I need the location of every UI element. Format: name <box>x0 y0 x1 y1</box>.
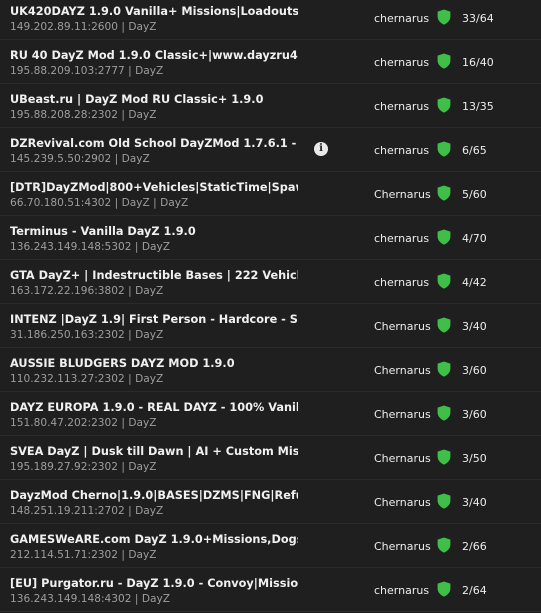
player-count: 13/35 <box>462 100 494 113</box>
server-list: UK420DAYZ 1.9.0 Vanilla+ Missions|Loadou… <box>0 0 541 613</box>
player-count: 3/60 <box>462 364 487 377</box>
shield-icon <box>437 229 451 245</box>
server-name: UBeast.ru | DayZ Mod RU Classic+ 1.9.0 <box>10 93 264 106</box>
player-count: 3/50 <box>462 452 487 465</box>
server-address: 136.243.149.148:4302 | DayZ <box>10 593 170 605</box>
server-address: 195.189.27.92:2302 | DayZ <box>10 461 157 473</box>
server-name: UK420DAYZ 1.9.0 Vanilla+ Missions|Loadou… <box>10 5 298 18</box>
server-name: DAYZ EUROPA 1.9.0 - REAL DAYZ - 100% Van… <box>10 401 298 414</box>
server-map: chernarus <box>374 232 430 245</box>
server-name: DZRevival.com Old School DayZMod 1.7.6.1… <box>10 137 298 150</box>
server-row[interactable]: DZRevival.com Old School DayZMod 1.7.6.1… <box>0 128 541 172</box>
server-address: 212.114.51.71:2302 | DayZ <box>10 549 157 561</box>
server-row[interactable]: DayzMod Cherno|1.9.0|BASES|DZMS|FNG|Refu… <box>0 480 541 524</box>
server-name: [EU] Purgator.ru - DayZ 1.9.0 - Convoy|M… <box>10 577 298 590</box>
server-address: 149.202.89.11:2600 | DayZ <box>10 21 157 33</box>
player-count: 5/60 <box>462 188 487 201</box>
server-map: chernarus <box>374 584 430 597</box>
player-count: 16/40 <box>462 56 494 69</box>
server-address: 31.186.250.163:2302 | DayZ <box>10 329 164 341</box>
server-row[interactable]: [EU] Purgator.ru - DayZ 1.9.0 - Convoy|M… <box>0 568 541 612</box>
server-map: Chernarus <box>374 452 431 465</box>
player-count: 33/64 <box>462 12 494 25</box>
player-count: 2/66 <box>462 540 487 553</box>
server-name: GAMESWeARE.com DayZ 1.9.0+Missions,Dogs,… <box>10 533 298 546</box>
server-map: chernarus <box>374 56 430 69</box>
shield-icon <box>437 493 451 509</box>
server-map: Chernarus <box>374 496 431 509</box>
shield-icon <box>437 97 451 113</box>
server-map: chernarus <box>374 276 430 289</box>
server-address: 195.88.209.103:2777 | DayZ <box>10 65 164 77</box>
player-count: 3/40 <box>462 496 487 509</box>
shield-icon <box>437 317 451 333</box>
server-name: INTENZ |DayZ 1.9| First Person - Hardcor… <box>10 313 298 326</box>
server-address: 148.251.19.211:2702 | DayZ <box>10 505 164 517</box>
server-row[interactable]: AUSSIE BLUDGERS DAYZ MOD 1.9.0 110.232.11… <box>0 348 541 392</box>
player-count: 4/42 <box>462 276 487 289</box>
server-address: 163.172.22.196:3802 | DayZ <box>10 285 164 297</box>
server-map: Chernarus <box>374 364 431 377</box>
server-name: AUSSIE BLUDGERS DAYZ MOD 1.9.0 <box>10 357 235 370</box>
server-map: Chernarus <box>374 320 431 333</box>
server-name: Terminus - Vanilla DayZ 1.9.0 <box>10 225 196 238</box>
server-map: Chernarus <box>374 540 431 553</box>
server-row[interactable]: SVEA DayZ | Dusk till Dawn | AI + Custom… <box>0 436 541 480</box>
player-count: 4/70 <box>462 232 487 245</box>
shield-icon <box>437 273 451 289</box>
player-count: 3/60 <box>462 408 487 421</box>
server-map: Chernarus <box>374 188 431 201</box>
server-name: GTA DayZ+ | Indestructible Bases | 222 V… <box>10 269 298 282</box>
server-address: 66.70.180.51:4302 | DayZ | DayZ <box>10 197 189 209</box>
shield-icon <box>437 405 451 421</box>
server-name: DayzMod Cherno|1.9.0|BASES|DZMS|FNG|Refu… <box>10 489 298 502</box>
server-address: 145.239.5.50:2902 | DayZ <box>10 153 150 165</box>
shield-icon <box>437 185 451 201</box>
server-name: [DTR]DayZMod|800+Vehicles|StaticTime|Spa… <box>10 181 298 194</box>
server-map: chernarus <box>374 100 430 113</box>
player-count: 2/64 <box>462 584 487 597</box>
server-row[interactable]: RU 40 DayZ Mod 1.9.0 Classic+|www.dayzru… <box>0 40 541 84</box>
server-row[interactable]: GTA DayZ+ | Indestructible Bases | 222 V… <box>0 260 541 304</box>
server-name: SVEA DayZ | Dusk till Dawn | AI + Custom… <box>10 445 298 458</box>
shield-icon <box>437 449 451 465</box>
server-address: 136.243.149.148:5302 | DayZ <box>10 241 170 253</box>
server-row[interactable]: GAMESWeARE.com DayZ 1.9.0+Missions,Dogs,… <box>0 524 541 568</box>
shield-icon <box>437 581 451 597</box>
info-icon[interactable]: i <box>314 142 328 156</box>
server-row[interactable]: DAYZ EUROPA 1.9.0 - REAL DAYZ - 100% Van… <box>0 392 541 436</box>
server-row[interactable]: INTENZ |DayZ 1.9| First Person - Hardcor… <box>0 304 541 348</box>
player-count: 6/65 <box>462 144 487 157</box>
shield-icon <box>437 141 451 157</box>
server-row[interactable]: Terminus - Vanilla DayZ 1.9.0 136.243.149… <box>0 216 541 260</box>
server-name: RU 40 DayZ Mod 1.9.0 Classic+|www.dayzru… <box>10 49 298 62</box>
shield-icon <box>437 361 451 377</box>
shield-icon <box>437 9 451 25</box>
shield-icon <box>437 53 451 69</box>
server-row[interactable]: UBeast.ru | DayZ Mod RU Classic+ 1.9.0 19… <box>0 84 541 128</box>
shield-icon <box>437 537 451 553</box>
server-map: chernarus <box>374 144 430 157</box>
server-map: Chernarus <box>374 408 431 421</box>
server-row[interactable]: [DTR]DayZMod|800+Vehicles|StaticTime|Spa… <box>0 172 541 216</box>
player-count: 3/40 <box>462 320 487 333</box>
server-address: 151.80.47.202:2302 | DayZ <box>10 417 157 429</box>
server-map: chernarus <box>374 12 430 25</box>
server-row[interactable]: UK420DAYZ 1.9.0 Vanilla+ Missions|Loadou… <box>0 0 541 40</box>
server-address: 110.232.113.27:2302 | DayZ <box>10 373 164 385</box>
server-address: 195.88.208.28:2302 | DayZ <box>10 109 157 121</box>
